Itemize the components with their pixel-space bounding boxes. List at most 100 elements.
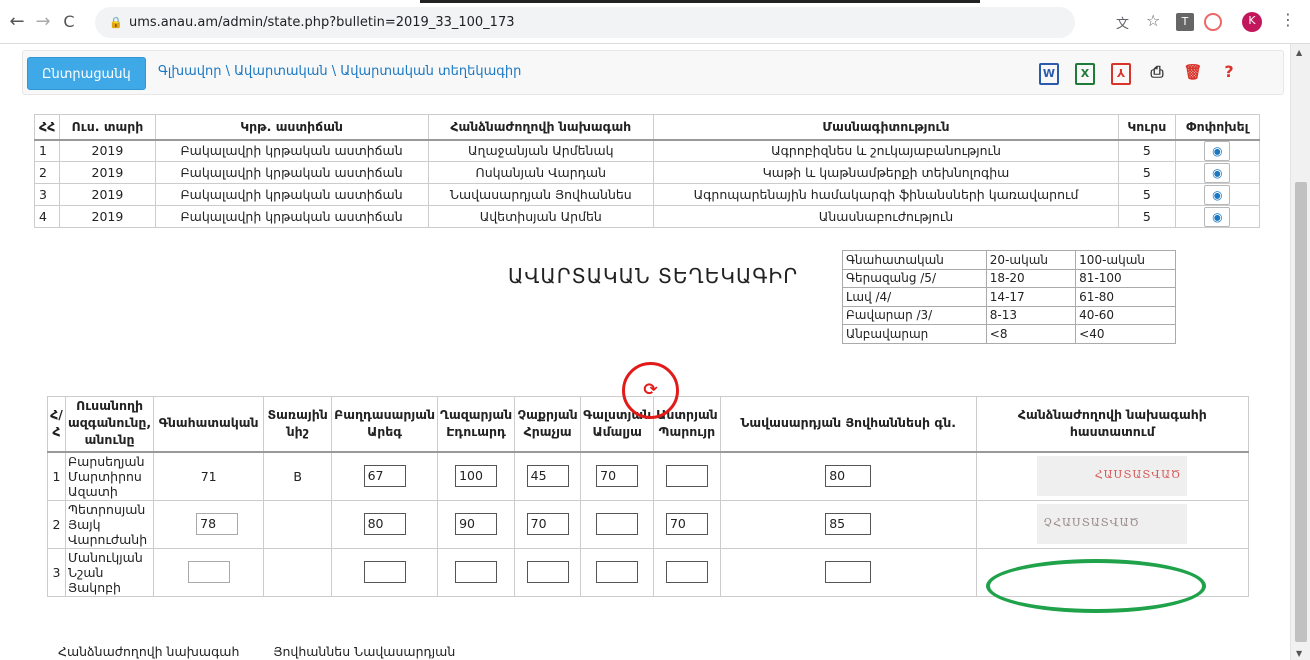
- chair-score-input[interactable]: [825, 561, 872, 583]
- cell: 67: [331, 451, 439, 501]
- cell: Կաթի և կաթնամթերքի տեխնոլոգիա: [653, 161, 1119, 184]
- cell: ◉: [1174, 161, 1261, 184]
- cell: Բակալավրի կրթական աստիճան: [154, 161, 429, 184]
- cell: 1: [33, 139, 61, 162]
- col-header: Հանձնաժողովի նախագահ: [427, 114, 655, 141]
- scroll-down-icon[interactable]: ▼: [1296, 649, 1302, 658]
- scrollbar-thumb[interactable]: [1295, 182, 1307, 642]
- score-input[interactable]: [455, 561, 498, 583]
- cell: 45: [514, 451, 582, 501]
- page-title: ԱՎԱՐՏԱԿԱՆ ՏԵՂԵԿԱԳԻՐ: [508, 264, 799, 288]
- stamp-text: ՀԱՍՏԱՏՎԱԾ: [1094, 468, 1182, 481]
- print-icon[interactable]: ⎙: [1147, 63, 1167, 85]
- grade-input[interactable]: 78: [196, 513, 239, 535]
- score-input[interactable]: 100: [455, 465, 498, 487]
- url-text: ums.anau.am/admin/state.php?bulletin=201…: [129, 15, 515, 30]
- cell: 100: [437, 451, 516, 501]
- pdf-icon[interactable]: ⅄: [1111, 63, 1131, 85]
- breadcrumb[interactable]: Գլխավոր \ Ավարտական \ Ավարտական տեղեկագի…: [158, 64, 521, 79]
- view-eye-icon[interactable]: ◉: [1204, 162, 1231, 183]
- menu-kebab-icon[interactable]: ⋮: [1280, 10, 1298, 29]
- excel-icon[interactable]: X: [1075, 63, 1095, 85]
- cell: [719, 547, 977, 597]
- help-icon[interactable]: ?: [1219, 63, 1239, 85]
- cell: Գնահատական: [842, 250, 987, 270]
- student-name: Մանուկյան Նշան Յակոբի: [64, 547, 155, 597]
- score-input[interactable]: [596, 561, 639, 583]
- grade-input[interactable]: [187, 561, 230, 583]
- annotation-ellipse: [986, 559, 1206, 613]
- profile-avatar[interactable]: K: [1242, 12, 1262, 32]
- score-input[interactable]: 70: [665, 513, 708, 535]
- score-input[interactable]: 80: [363, 513, 406, 535]
- bookmark-star-icon[interactable]: ☆: [1146, 11, 1164, 30]
- chair-score-input[interactable]: 85: [825, 513, 872, 535]
- back-icon[interactable]: ←: [6, 11, 28, 33]
- cell: 2: [47, 499, 66, 549]
- chair-label: Հանձնաժողովի նախագահ: [58, 644, 240, 659]
- score-input[interactable]: [526, 561, 569, 583]
- cell: Բակալավրի կրթական աստիճան: [154, 139, 429, 162]
- table-row: 2 Պետրոսյան Յայկ Վարուժանի 78 80 90 70 7…: [47, 499, 1250, 549]
- extension-t-icon[interactable]: T: [1176, 13, 1194, 31]
- view-eye-icon[interactable]: ◉: [1204, 206, 1231, 227]
- cell: Բակալավրի կրթական աստիճան: [154, 205, 429, 228]
- col-header: Փոփոխել: [1174, 114, 1261, 141]
- cell: Բավարար /3/: [842, 305, 987, 325]
- word-icon[interactable]: W: [1039, 63, 1059, 85]
- letter-grade: [263, 499, 333, 549]
- col-header: Հանձնաժողովի նախագահի հաստատում: [975, 396, 1250, 453]
- view-eye-icon[interactable]: ◉: [1204, 140, 1231, 161]
- table-row: Գնահատական 20-ական 100-ական: [842, 250, 1176, 270]
- cell: Անբավարար: [842, 324, 987, 344]
- letter-grade: B: [263, 451, 333, 501]
- col-header: Չաքրյան Հրաչյա: [514, 396, 582, 453]
- forward-icon[interactable]: →: [32, 11, 54, 33]
- cell: 2019: [59, 161, 156, 184]
- score-input[interactable]: 45: [526, 465, 569, 487]
- cell: <40: [1075, 324, 1176, 344]
- score-input[interactable]: 90: [455, 513, 498, 535]
- view-eye-icon[interactable]: ◉: [1204, 184, 1231, 205]
- cell: 2: [33, 161, 61, 184]
- score-input[interactable]: 70: [526, 513, 569, 535]
- cell: 70: [514, 499, 582, 549]
- cell: 5: [1118, 183, 1176, 206]
- approval-stamp[interactable]: ՀԱՍՏԱՏՎԱԾ: [1037, 456, 1188, 496]
- vertical-scrollbar[interactable]: ▲ ▼: [1290, 44, 1310, 660]
- approval-stamp[interactable]: ՉՀԱՍՏԱՏՎԱԾ: [1037, 504, 1188, 544]
- cell: Ավետիսյան Արմեն: [427, 205, 655, 228]
- cell: 70: [580, 451, 655, 501]
- refresh-icon: ⟳: [643, 380, 658, 400]
- cell: 81-100: [1075, 268, 1176, 288]
- cell: 20-ական: [985, 250, 1077, 270]
- score-input[interactable]: [665, 561, 708, 583]
- scroll-up-icon[interactable]: ▲: [1296, 48, 1302, 57]
- cell: 40-60: [1075, 305, 1176, 325]
- cell: [437, 547, 516, 597]
- cell: ՉՀԱՍՏԱՏՎԱԾ: [975, 499, 1250, 549]
- score-input[interactable]: [363, 561, 406, 583]
- lock-icon: 🔒: [109, 16, 123, 29]
- chair-score-input[interactable]: 80: [825, 465, 872, 487]
- student-name: Պետրոսյան Յայկ Վարուժանի: [64, 499, 155, 549]
- table-row: Լավ /4/14-17 61-80: [842, 287, 1176, 307]
- cell: Գերազանց /5/: [842, 268, 987, 288]
- extension-s-icon[interactable]: [1204, 13, 1222, 31]
- address-bar[interactable]: 🔒 ums.anau.am/admin/state.php?bulletin=2…: [95, 7, 1075, 38]
- score-input[interactable]: 70: [596, 465, 639, 487]
- table-row: 1 2019 Բակալավրի կրթական աստիճան Աղաջանյ…: [33, 139, 1261, 162]
- score-input[interactable]: [665, 465, 708, 487]
- score-input[interactable]: 67: [363, 465, 406, 487]
- cell: [653, 547, 721, 597]
- grading-scale-table: Գնահատական 20-ական 100-ական Գերազանց /5/18…: [842, 250, 1176, 344]
- menu-button[interactable]: Ընտրացանկ: [27, 57, 146, 90]
- table-row: 2 2019 Բակալավրի կրթական աստիճան Ոսկանյա…: [33, 161, 1261, 184]
- score-input[interactable]: [596, 513, 639, 535]
- cell: 8-13: [985, 305, 1077, 325]
- table-row: Գերազանց /5/18-20 81-100: [842, 268, 1176, 288]
- delete-icon[interactable]: 🗑: [1183, 63, 1203, 85]
- translate-icon[interactable]: 文: [1116, 13, 1134, 32]
- refresh-button[interactable]: ⟳: [622, 362, 679, 419]
- reload-icon[interactable]: C: [58, 11, 80, 33]
